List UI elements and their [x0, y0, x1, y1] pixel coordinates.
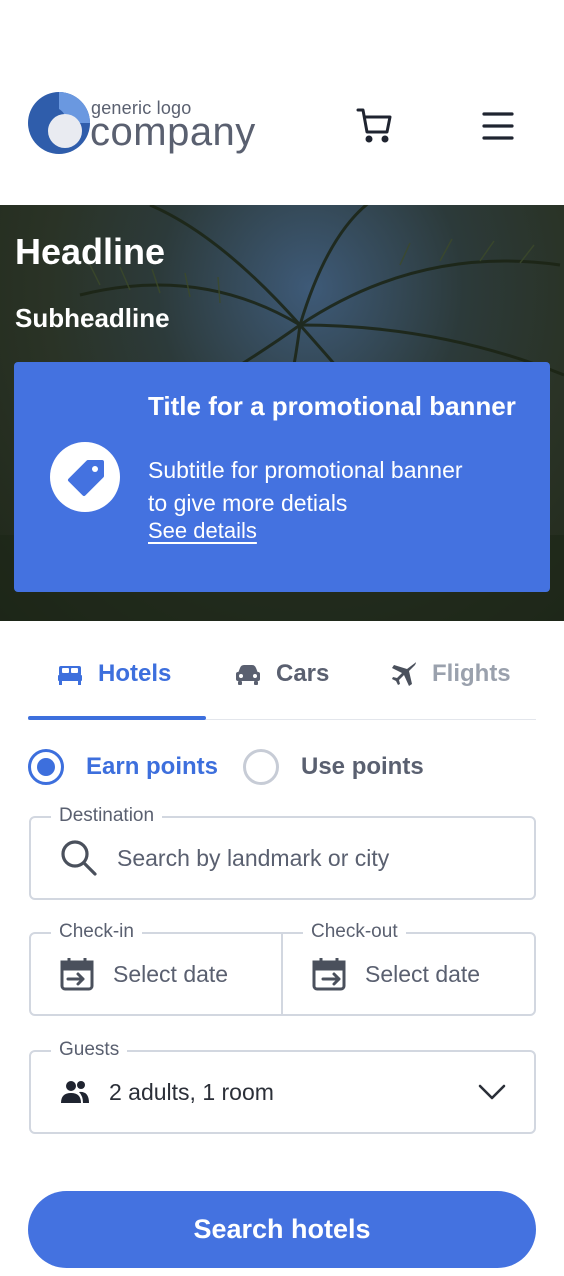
hero-subheadline: Subheadline: [15, 303, 170, 333]
check-out-placeholder: Select date: [365, 960, 481, 987]
tab-flights[interactable]: Flights: [390, 660, 511, 716]
guests-value: 2 adults, 1 room: [109, 1078, 274, 1105]
promo-title: Title for a promotional banner: [148, 391, 516, 421]
hamburger-menu-icon: [482, 112, 514, 140]
radio-selected-indicator: [28, 749, 64, 785]
tab-flights-label: Flights: [432, 660, 511, 687]
calendar-check-out-icon: [312, 958, 346, 991]
destination-input[interactable]: Search by landmark or city: [59, 818, 389, 898]
tab-cars[interactable]: Cars: [234, 660, 329, 716]
logo-company-text: company: [90, 110, 256, 154]
tab-cars-label: Cars: [276, 660, 330, 687]
guests-field[interactable]: Guests 2 adults, 1 room: [29, 1038, 536, 1134]
plane-icon: [392, 662, 416, 686]
check-in-field[interactable]: Check-in Select date: [29, 920, 283, 1016]
see-details-link[interactable]: See details: [148, 518, 257, 544]
app-header: generic logo company: [0, 0, 564, 205]
active-tab-indicator: [28, 716, 206, 720]
check-out-field[interactable]: Check-out Select date: [281, 920, 536, 1016]
promotional-banner[interactable]: Title for a promotional banner Subtitle …: [14, 362, 550, 592]
promo-icon-badge: [50, 442, 120, 512]
promo-subtitle: Subtitle for promotional banner to give …: [148, 457, 463, 516]
check-out-input[interactable]: Select date: [311, 934, 480, 1014]
check-in-placeholder: Select date: [113, 960, 229, 987]
people-icon: [61, 1081, 89, 1103]
tab-hotels[interactable]: Hotels: [56, 660, 171, 716]
chevron-down-icon[interactable]: [478, 1082, 506, 1102]
hamburger-menu-button[interactable]: [476, 104, 520, 148]
search-icon: [61, 840, 97, 876]
radio-unselected-indicator: [243, 749, 279, 785]
bed-icon: [58, 666, 82, 685]
calendar-check-in-icon: [60, 958, 94, 991]
tab-hotels-label: Hotels: [98, 660, 172, 687]
destination-field[interactable]: Destination Search by landmark or city: [29, 804, 536, 900]
use-points-label: Use points: [301, 753, 424, 780]
company-logo[interactable]: generic logo company: [28, 92, 268, 158]
use-points-radio[interactable]: Use points: [243, 748, 424, 786]
car-icon: [236, 665, 260, 685]
hero-banner: Headline Subheadline Title for a promoti…: [0, 205, 564, 621]
booking-tabs: Hotels Cars Flights: [28, 650, 536, 720]
cart-icon: [356, 108, 392, 143]
destination-placeholder: Search by landmark or city: [117, 844, 390, 871]
cart-button[interactable]: [352, 104, 396, 148]
search-hotels-button[interactable]: Search hotels: [28, 1191, 536, 1268]
check-in-input[interactable]: Select date: [59, 934, 228, 1014]
hero-headline: Headline: [15, 231, 166, 272]
earn-points-radio[interactable]: Earn points: [28, 748, 218, 786]
guests-select[interactable]: 2 adults, 1 room: [59, 1052, 274, 1132]
price-tag-icon: [68, 460, 104, 496]
logo-mark-icon: [28, 92, 90, 154]
earn-points-label: Earn points: [86, 753, 219, 780]
